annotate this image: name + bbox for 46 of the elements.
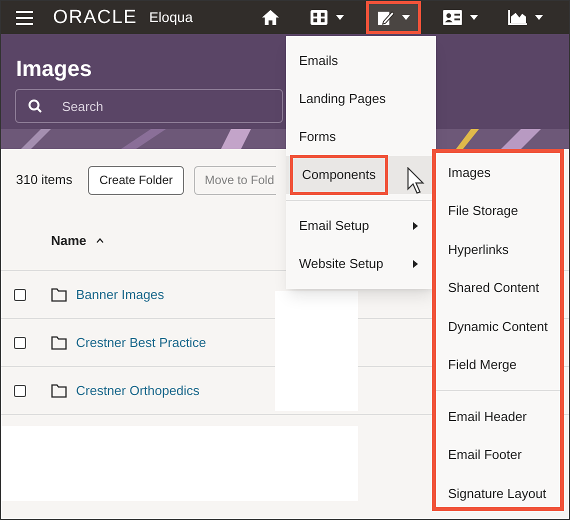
nav-button[interactable] [366, 1, 421, 34]
grid-icon [310, 10, 328, 25]
menu-item-label: Emails [299, 52, 338, 70]
menu-item[interactable]: Website Setup [286, 245, 436, 283]
menu-item-label: Landing Pages [299, 90, 386, 108]
pencil-icon [377, 9, 394, 26]
submenu-item[interactable]: Signature Layout [436, 474, 560, 512]
menu-item[interactable]: Forms [286, 118, 436, 156]
menu-item[interactable]: Landing Pages [286, 80, 436, 118]
cursor-icon [407, 167, 427, 195]
logo[interactable]: ORACLE [53, 8, 138, 27]
folder-icon [51, 336, 67, 350]
folder-icon [51, 384, 67, 398]
folder-link[interactable]: Crestner Orthopedics [76, 380, 200, 400]
submenu-item[interactable]: Shared Content [436, 268, 560, 307]
menu-icon[interactable] [16, 10, 33, 24]
submenu-item[interactable]: File Storage [436, 192, 560, 230]
column-header[interactable]: Name [51, 230, 86, 250]
checkbox[interactable] [14, 336, 26, 348]
contact-card-icon [443, 10, 462, 25]
search-icon [28, 99, 42, 113]
toolbar-button[interactable]: Create Folder [88, 166, 184, 194]
sort-icon[interactable] [96, 238, 104, 243]
product-name: Eloqua [149, 8, 193, 27]
submenu-item[interactable]: Hyperlinks [436, 230, 560, 268]
page-title: Images [16, 55, 92, 83]
menu-item-label: Forms [299, 128, 336, 146]
submenu-item[interactable]: Field Merge [436, 346, 560, 384]
menu-item[interactable]: Email Setup [286, 207, 436, 245]
submenu-item[interactable]: Dynamic Content [436, 307, 560, 346]
menu-item[interactable]: Emails [286, 42, 436, 80]
menu-item-label: Components [290, 155, 388, 195]
submenu-item[interactable]: Email Header [436, 397, 560, 436]
menu-item-label: Website Setup [299, 255, 384, 274]
checkbox[interactable] [14, 384, 26, 396]
folder-icon [51, 288, 67, 302]
search-field[interactable]: Search [15, 89, 283, 123]
folder-link[interactable]: Banner Images [76, 284, 164, 304]
submenu-item[interactable]: Images [436, 153, 560, 192]
checkbox[interactable] [14, 288, 26, 300]
home-icon [261, 9, 280, 26]
chart-icon [508, 10, 527, 25]
menu-item-label: Email Setup [299, 217, 370, 236]
folder-link[interactable]: Crestner Best Practice [76, 332, 206, 352]
submenu-item[interactable]: Email Footer [436, 436, 560, 474]
item-count: 310 items [16, 171, 72, 190]
